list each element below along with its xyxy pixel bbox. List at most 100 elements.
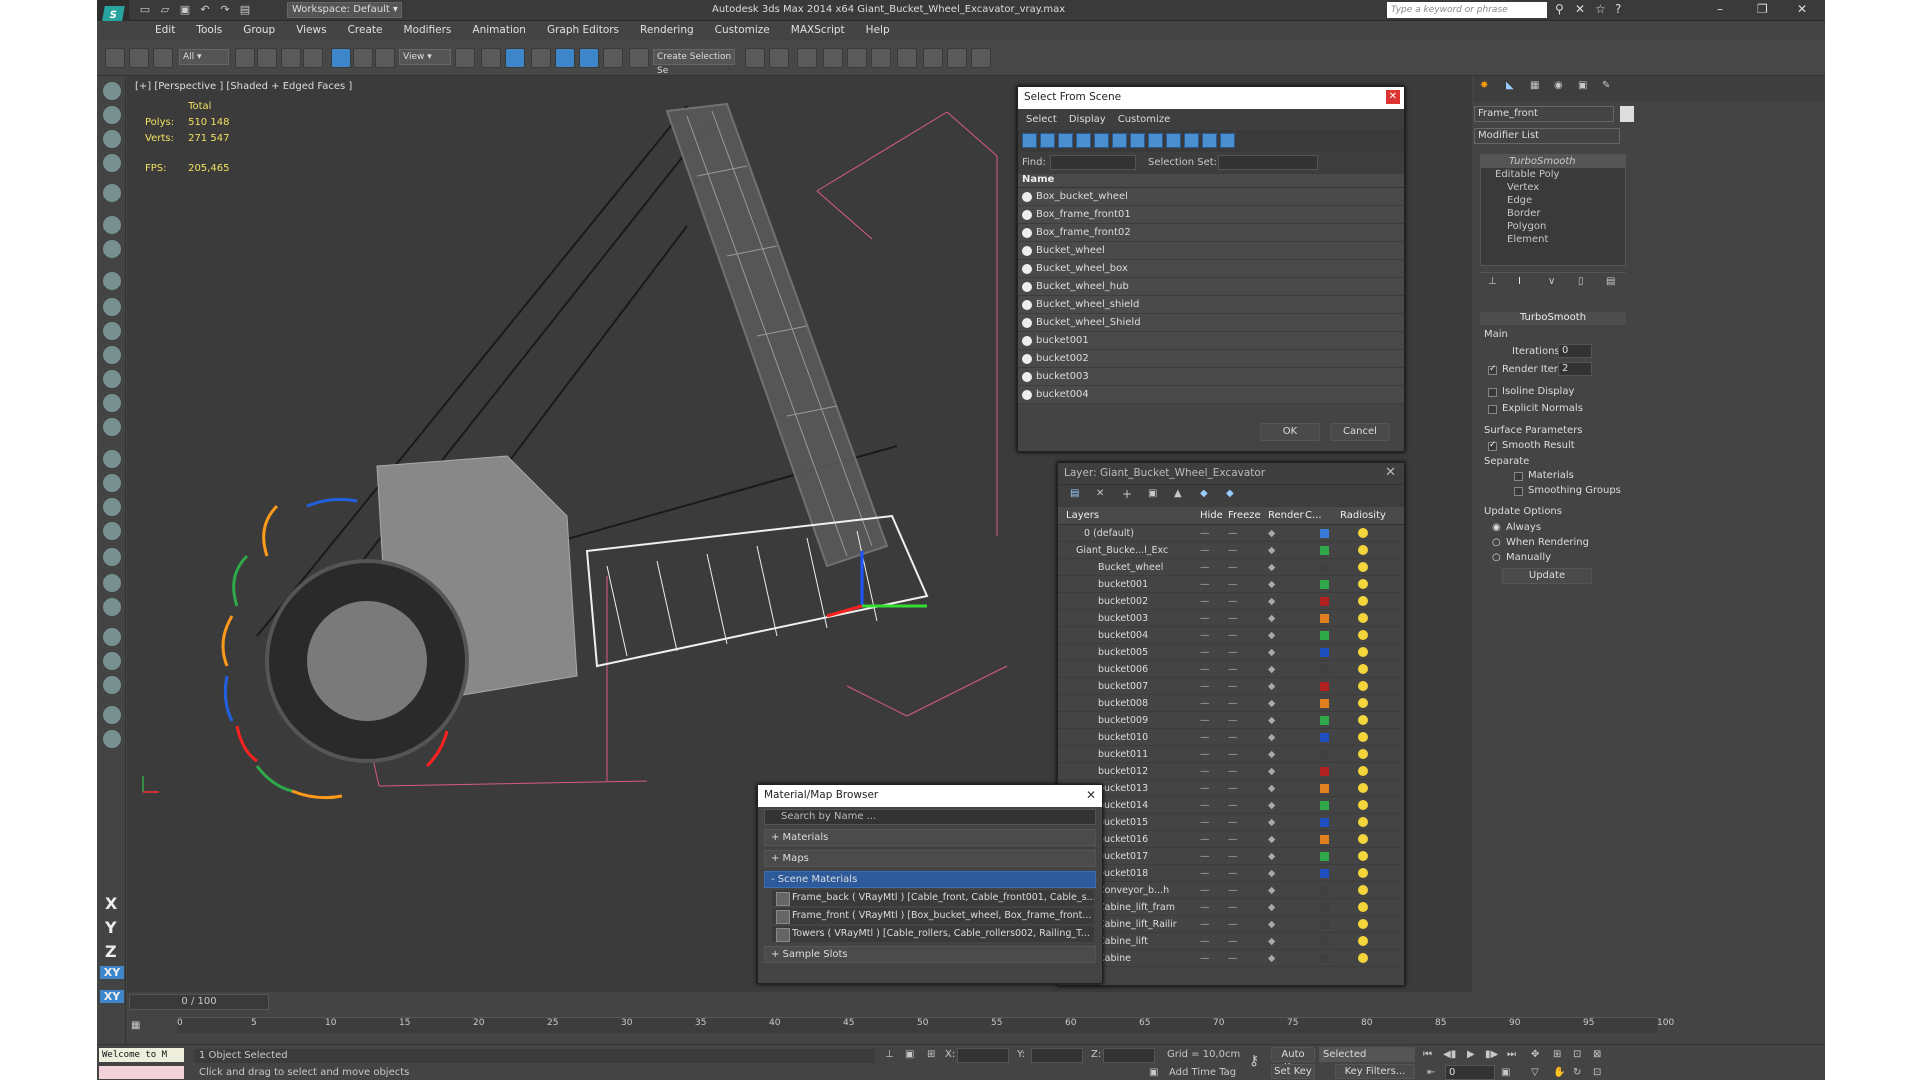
graph-icon[interactable] [103, 154, 121, 172]
freeze-toggle[interactable]: — [1228, 831, 1238, 848]
layer-color-swatch[interactable] [1320, 954, 1329, 963]
favorites-icon[interactable]: ☆ [1595, 2, 1606, 16]
ok-button[interactable]: OK [1260, 423, 1320, 441]
freeze-toggle[interactable]: — [1228, 950, 1238, 967]
edit-named-selections-icon[interactable] [629, 48, 649, 68]
layer-color-swatch[interactable] [1320, 733, 1329, 742]
menu-maxscript[interactable]: MAXScript [781, 21, 856, 40]
modify-tab-icon[interactable]: ◣ [1506, 80, 1514, 91]
layer-color-swatch[interactable] [1320, 716, 1329, 725]
light-icon[interactable] [103, 184, 121, 202]
hide-toggle[interactable]: — [1200, 746, 1210, 763]
layer-manager-icon[interactable] [797, 48, 817, 68]
angle-snap-icon[interactable] [555, 48, 575, 68]
radiosity-bulb-icon[interactable] [1358, 851, 1368, 861]
object-color-swatch[interactable] [1620, 106, 1634, 122]
pin-stack-icon[interactable]: ⊥ [1488, 276, 1497, 287]
maximize-viewport-icon[interactable]: ⊡ [1593, 1067, 1601, 1078]
hide-toggle[interactable]: — [1200, 916, 1210, 933]
render-toggle-icon[interactable]: ◆ [1268, 865, 1275, 882]
exchange-icon[interactable]: ✕ [1575, 2, 1585, 16]
select-manipulate-icon[interactable] [481, 48, 501, 68]
axis-xy-constraint[interactable]: XY [100, 966, 124, 979]
material-item-towers[interactable]: Towers ( VRayMtl ) [Cable_rollers, Cable… [772, 926, 1094, 942]
highlight-layer-icon[interactable]: ▲ [1174, 488, 1182, 499]
scene-materials-section[interactable]: - Scene Materials [764, 871, 1096, 888]
separate-smoothing-checkbox[interactable] [1514, 487, 1523, 496]
layer-color-swatch[interactable] [1320, 546, 1329, 555]
materials-section[interactable]: + Materials [764, 829, 1096, 846]
menu-customize[interactable]: Customize [705, 21, 781, 40]
y-coord-field[interactable] [1031, 1048, 1083, 1063]
col-render[interactable]: Render [1268, 510, 1304, 521]
groups-filter-icon[interactable] [1130, 133, 1145, 148]
add-time-tag[interactable]: Add Time Tag [1169, 1067, 1236, 1078]
add-to-layer-icon[interactable]: + [1122, 487, 1132, 501]
hide-toggle[interactable]: — [1200, 593, 1210, 610]
list-item[interactable]: Bucket_wheel_shield [1018, 296, 1404, 314]
frozen-filter-icon[interactable] [1202, 133, 1217, 148]
prev-frame-icon[interactable]: ◀▮ [1443, 1049, 1456, 1060]
keyboard-shortcut-icon[interactable] [505, 48, 525, 68]
render-toggle-icon[interactable]: ◆ [1268, 661, 1275, 678]
lights-filter-icon[interactable] [1058, 133, 1073, 148]
render-toggle-icon[interactable]: ◆ [1268, 627, 1275, 644]
layer-color-swatch[interactable] [1320, 614, 1329, 623]
freeze-toggle[interactable]: — [1228, 695, 1238, 712]
helpers-filter-icon[interactable] [1094, 133, 1109, 148]
freeze-toggle[interactable]: — [1228, 678, 1238, 695]
render-toggle-icon[interactable]: ◆ [1268, 644, 1275, 661]
radiosity-bulb-icon[interactable] [1358, 647, 1368, 657]
col-freeze[interactable]: Freeze [1228, 510, 1261, 521]
hide-toggle[interactable]: — [1200, 814, 1210, 831]
stack-polygon[interactable]: Polygon [1481, 220, 1625, 233]
time-tag-icon[interactable]: ▣ [1149, 1067, 1158, 1078]
hide-toggle[interactable]: — [1200, 627, 1210, 644]
layer-color-swatch[interactable] [1320, 818, 1329, 827]
radiosity-bulb-icon[interactable] [1358, 596, 1368, 606]
sun-icon[interactable] [103, 394, 121, 412]
layer-row[interactable]: bucket002 — — ◆ [1058, 593, 1404, 610]
layer-color-swatch[interactable] [1320, 937, 1329, 946]
unlink-icon[interactable] [129, 48, 149, 68]
isoline-display-checkbox[interactable] [1488, 388, 1497, 397]
layer-color-swatch[interactable] [1320, 529, 1329, 538]
pan-icon[interactable]: ✋ [1553, 1067, 1565, 1078]
render-production-icon[interactable] [971, 48, 991, 68]
freeze-toggle[interactable]: — [1228, 899, 1238, 916]
track-bar-menu-icon[interactable]: ▦ [131, 1020, 140, 1031]
layer-row[interactable]: bucket004 — — ◆ [1058, 627, 1404, 644]
select-object-icon[interactable] [235, 48, 255, 68]
layer-row[interactable]: bucket013 — — ◆ [1058, 780, 1404, 797]
radiosity-bulb-icon[interactable] [1358, 630, 1368, 640]
render-toggle-icon[interactable]: ◆ [1268, 780, 1275, 797]
render-toggle-icon[interactable]: ◆ [1268, 899, 1275, 916]
track-bar[interactable]: 0 5 10 15 20 25 30 35 40 45 50 55 60 65 70 75 80 85 90 95 10… [177, 1017, 1674, 1033]
material-search-input[interactable]: Search by Name ... [764, 809, 1096, 825]
menu-animation[interactable]: Animation [462, 21, 537, 40]
layer-color-swatch[interactable] [1320, 852, 1329, 861]
omni-icon[interactable] [103, 418, 121, 436]
utilities-tab-icon[interactable]: ✎ [1602, 80, 1610, 91]
render-toggle-icon[interactable]: ◆ [1268, 882, 1275, 899]
material-item-frame-back[interactable]: Frame_back ( VRayMtl ) [Cable_front, Cab… [772, 890, 1094, 906]
render-toggle-icon[interactable]: ◆ [1268, 678, 1275, 695]
layer-color-swatch[interactable] [1320, 784, 1329, 793]
time-slider[interactable]: 0 / 100 [129, 994, 269, 1010]
turbosmooth-rollout-header[interactable]: TurboSmooth [1480, 312, 1626, 325]
axis-xy-cycle[interactable]: XY [100, 990, 124, 1003]
stack-border[interactable]: Border [1481, 207, 1625, 220]
menu-views[interactable]: Views [286, 21, 337, 40]
radiosity-bulb-icon[interactable] [1358, 800, 1368, 810]
rendered-frame-icon[interactable] [947, 48, 967, 68]
zoom-extents-all-icon[interactable]: ⊠ [1593, 1049, 1601, 1060]
layer-row[interactable]: bucket003 — — ◆ [1058, 610, 1404, 627]
freeze-toggle[interactable]: — [1228, 763, 1238, 780]
hide-toggle[interactable]: — [1200, 763, 1210, 780]
layer-color-swatch[interactable] [1320, 835, 1329, 844]
sample-slots-section[interactable]: + Sample Slots [764, 946, 1096, 963]
close-icon[interactable]: ✕ [1386, 90, 1400, 104]
layer-row[interactable]: bucket008 — — ◆ [1058, 695, 1404, 712]
list-item[interactable]: Box_frame_front02 [1018, 224, 1404, 242]
bind-spacewarp-icon[interactable] [153, 48, 173, 68]
